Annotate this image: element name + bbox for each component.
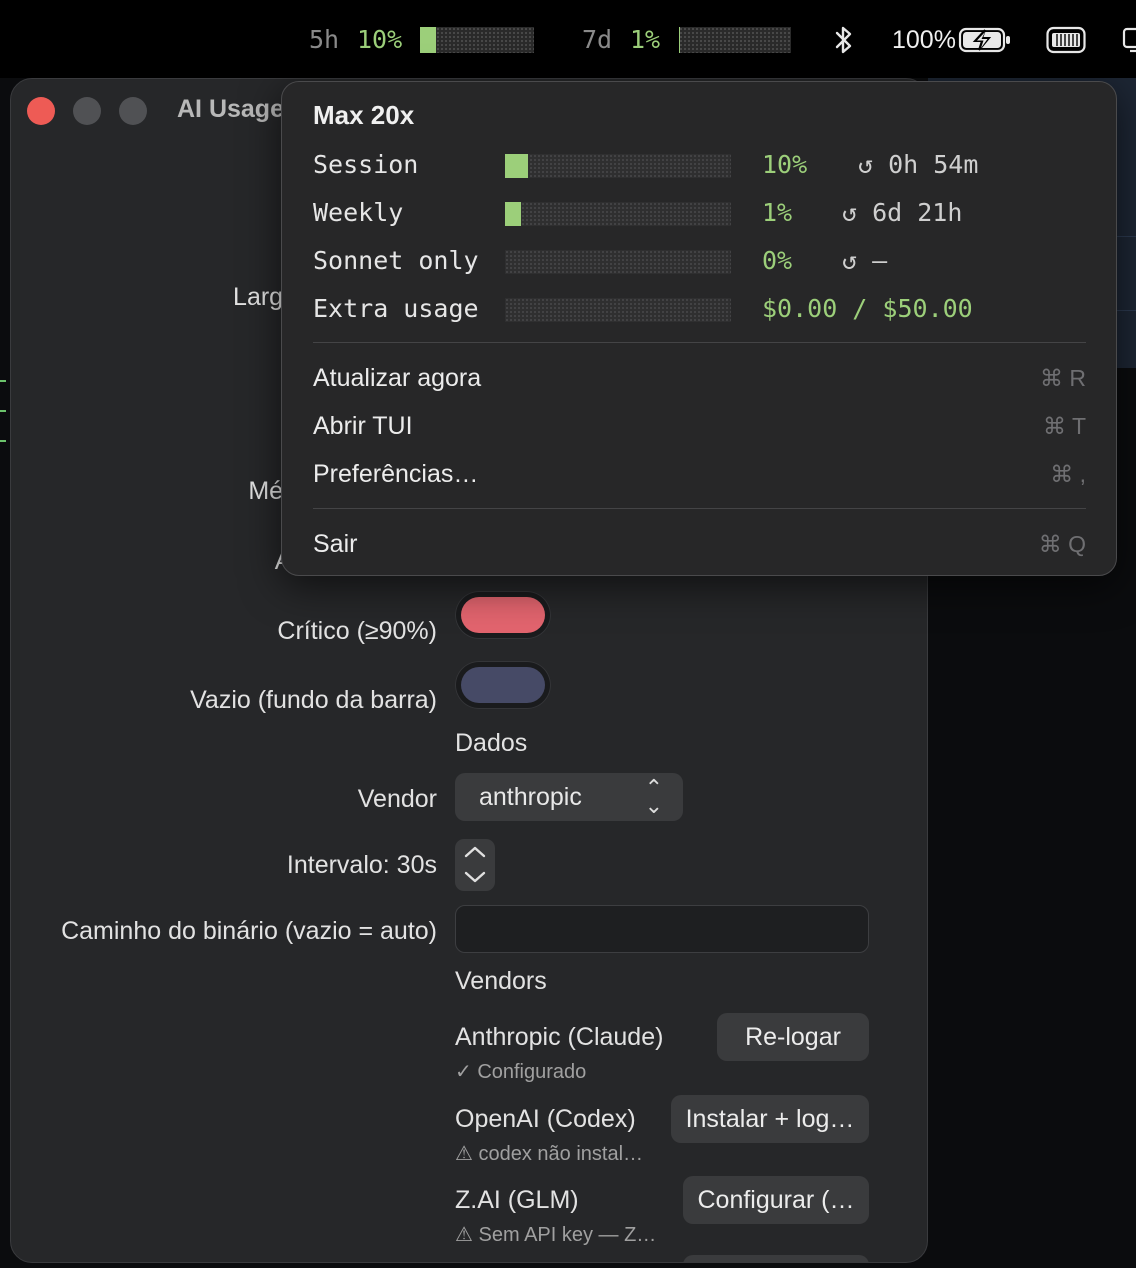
vendor-name: OpenAI (Codex) [455, 1105, 636, 1133]
battery-percent[interactable]: 100% [892, 24, 956, 56]
display-icon[interactable] [1122, 26, 1136, 54]
menubar-weekly-bar[interactable] [679, 27, 791, 53]
session-reset: ↺ 0h 54m [858, 150, 979, 179]
sonnet-bar [505, 250, 731, 274]
usage-dropdown-menu: Max 20x Session 10% ↺ 0h 54m Weekly 1% ↺… [281, 81, 1117, 576]
vendor-status: ⚠ Sem API key — Z… [455, 1224, 657, 1246]
weekly-bar [505, 202, 731, 226]
vendor-status: ✓ Configurado [455, 1061, 587, 1083]
close-button[interactable] [27, 97, 55, 125]
battery-charging-icon[interactable] [958, 26, 1012, 54]
relogin-button[interactable]: Re-logar [717, 1013, 869, 1061]
menu-bar: 5h 10% 7d 1% 100% [0, 0, 1136, 78]
preferences-item[interactable]: Preferências… [313, 460, 478, 489]
menubar-session-percent[interactable]: 10% [357, 24, 402, 56]
refresh-now-item[interactable]: Atualizar agora [313, 364, 481, 393]
sonnet-reset: ↺ — [842, 246, 888, 275]
weekly-bar-fill [505, 202, 521, 226]
stepper-down-icon[interactable] [455, 865, 495, 891]
quit-item[interactable]: Sair [313, 530, 357, 559]
background-marker [0, 380, 6, 382]
binary-path-input[interactable] [455, 905, 869, 953]
preferences-shortcut: ⌘ , [1050, 461, 1086, 487]
menu-separator [313, 342, 1086, 343]
session-percent: 10% [762, 150, 808, 179]
empty-color-label: Vazio (fundo da barra) [190, 686, 437, 714]
menubar-weekly-bar-fill [679, 27, 680, 53]
stepper-up-icon[interactable] [455, 839, 495, 865]
extra-usage-amount: $0.00 / $50.00 [762, 294, 973, 323]
critical-color-label: Crítico (≥90%) [277, 617, 437, 645]
vendor-name: Anthropic (Claude) [455, 1023, 664, 1051]
minimize-button[interactable] [73, 97, 101, 125]
menubar-session-bar[interactable] [420, 27, 534, 53]
background-marker [0, 440, 6, 442]
menu-separator [313, 508, 1086, 509]
menubar-session-bar-fill [420, 27, 436, 53]
background-marker [0, 410, 6, 412]
weekly-percent: 1% [762, 198, 793, 227]
vendor-status: ⚠ codex não instal… [455, 1143, 644, 1165]
critical-color-swatch[interactable] [455, 591, 551, 639]
empty-color-fill [461, 667, 545, 703]
vendor-select-value: anthropic [479, 783, 582, 811]
quit-shortcut: ⌘ Q [1038, 531, 1086, 557]
keyboard-icon[interactable] [1046, 26, 1086, 54]
open-tui-item[interactable]: Abrir TUI [313, 412, 413, 441]
vendor-select[interactable]: anthropic ⌃ ⌄ [455, 773, 683, 821]
session-bar [505, 154, 731, 178]
extra-usage-label: Extra usage [313, 294, 479, 323]
session-bar-fill [505, 154, 528, 178]
chevron-up-down-icon: ⌃ ⌄ [644, 775, 663, 818]
sonnet-label: Sonnet only [313, 246, 479, 275]
weekly-reset: ↺ 6d 21h [842, 198, 963, 227]
configure-button[interactable]: Configurar (… [683, 1176, 869, 1224]
session-label: Session [313, 150, 419, 179]
window-title: AI Usage [177, 95, 284, 123]
sonnet-percent: 0% [762, 246, 793, 275]
plan-title: Max 20x [313, 100, 415, 130]
zoom-button[interactable] [119, 97, 147, 125]
next-vendor-button[interactable] [683, 1255, 869, 1262]
vendors-section-title: Vendors [455, 967, 547, 995]
open-tui-shortcut: ⌘ T [1042, 413, 1086, 439]
menubar-weekly-percent[interactable]: 1% [630, 24, 660, 56]
menubar-weekly-label[interactable]: 7d [582, 24, 612, 56]
interval-label: Intervalo: 30s [286, 851, 437, 879]
vendor-label: Vendor [357, 785, 437, 813]
binary-path-label: Caminho do binário (vazio = auto) [61, 917, 437, 945]
interval-stepper[interactable] [455, 839, 495, 891]
bluetooth-icon[interactable] [832, 24, 856, 56]
critical-color-fill [461, 597, 545, 633]
extra-usage-bar [505, 298, 731, 322]
menubar-session-label[interactable]: 5h [309, 24, 339, 56]
refresh-shortcut: ⌘ R [1040, 365, 1086, 391]
vendor-name: Z.AI (GLM) [455, 1186, 579, 1214]
weekly-label: Weekly [313, 198, 404, 227]
empty-color-swatch[interactable] [455, 661, 551, 709]
data-section-title: Dados [455, 729, 528, 757]
install-login-button[interactable]: Instalar + log… [671, 1095, 869, 1143]
